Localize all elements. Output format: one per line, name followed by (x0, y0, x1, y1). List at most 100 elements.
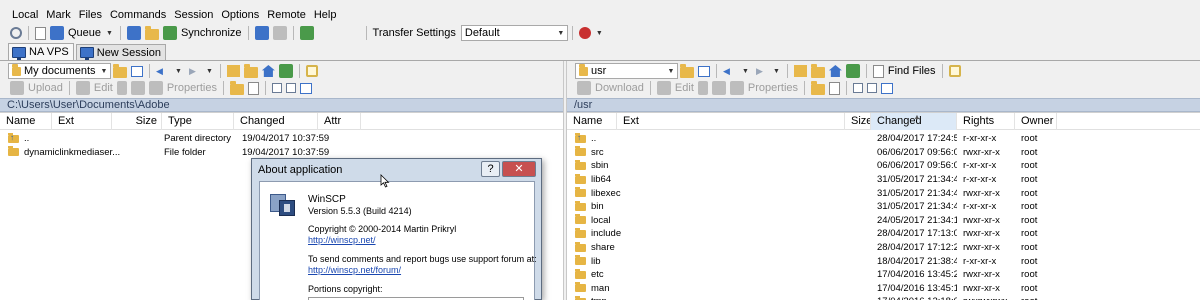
refresh-icon[interactable] (845, 64, 860, 78)
menu-help[interactable]: Help (310, 6, 341, 24)
column-changed[interactable]: ▲ Changed (871, 113, 957, 130)
table-row[interactable]: include 28/04/2017 17:13:04 rwxr-xr-x root (567, 227, 1200, 241)
table-row[interactable]: .. Parent directory 19/04/2017 10:37:59 (0, 132, 563, 146)
rename-icon[interactable] (711, 81, 726, 95)
table-row[interactable]: bin 31/05/2017 21:34:42 r-xr-xr-x root (567, 200, 1200, 214)
transfer-settings-select[interactable]: Default ▼ (460, 25, 568, 41)
menu-remote[interactable]: Remote (263, 6, 310, 24)
bookmark-icon[interactable] (948, 65, 961, 77)
column-ext[interactable]: Ext (617, 113, 845, 130)
find-files-button[interactable]: Find Files (886, 62, 938, 80)
table-row[interactable]: share 28/04/2017 17:12:25 rwxr-xr-x root (567, 241, 1200, 255)
properties-icon[interactable] (729, 81, 744, 95)
compare-directories-icon[interactable] (126, 26, 141, 40)
bookmark-icon[interactable] (305, 65, 318, 77)
home-icon[interactable] (261, 65, 275, 77)
queue-dropdown-icon[interactable]: ▼ (106, 30, 113, 37)
new-folder-icon[interactable] (811, 80, 826, 95)
properties-icon[interactable] (148, 81, 163, 95)
forward-dropdown-icon[interactable]: ▼ (206, 68, 213, 75)
column-rights[interactable]: Rights (957, 113, 1015, 130)
open-folder-icon[interactable] (680, 63, 694, 78)
delete-icon[interactable] (697, 81, 708, 95)
queue-list-icon[interactable] (35, 26, 46, 40)
find-files-icon[interactable] (872, 64, 884, 78)
edit-button[interactable]: Edit (673, 79, 696, 97)
select-filter-icon[interactable] (299, 82, 312, 94)
preset-dropdown-icon[interactable]: ▼ (596, 30, 603, 37)
tab-na-vps[interactable]: NA VPS (8, 43, 74, 60)
menu-commands[interactable]: Commands (106, 6, 170, 24)
column-size[interactable]: Size (112, 113, 162, 130)
filter-icon[interactable] (131, 65, 143, 77)
refresh-icon[interactable] (278, 64, 293, 78)
homepage-link[interactable]: http://winscp.net/ (308, 235, 376, 246)
synchronize-browsing-icon[interactable] (144, 25, 159, 40)
table-row[interactable]: etc 17/04/2016 13:45:20 rwxr-xr-x root (567, 268, 1200, 282)
column-name[interactable]: Name (567, 113, 617, 130)
parent-directory-icon[interactable] (226, 65, 240, 77)
preferences-icon[interactable] (10, 27, 22, 39)
forward-icon[interactable] (754, 66, 768, 78)
column-owner[interactable]: Owner (1015, 113, 1057, 130)
table-row[interactable]: src 06/06/2017 09:56:07 rwxr-xr-x root (567, 146, 1200, 160)
transfer-preset-icon[interactable] (578, 27, 591, 39)
queue-button[interactable]: Queue (66, 24, 103, 42)
root-directory-icon[interactable] (810, 63, 825, 78)
delete-icon[interactable] (116, 81, 127, 95)
menu-local[interactable]: Local (8, 6, 42, 24)
column-type[interactable]: Type (162, 113, 234, 130)
local-location-select[interactable]: My documents ▼ (8, 63, 111, 79)
parent-directory-icon[interactable] (793, 65, 807, 77)
home-icon[interactable] (828, 65, 842, 77)
select-filter-icon[interactable] (881, 82, 894, 94)
column-changed[interactable]: Changed (234, 113, 318, 130)
unselect-icon[interactable] (285, 83, 296, 93)
close-button[interactable]: ✕ (502, 161, 536, 177)
putty-icon[interactable] (272, 26, 287, 40)
new-file-icon[interactable] (247, 81, 259, 95)
column-ext[interactable]: Ext (52, 113, 112, 130)
table-row[interactable]: tmp 17/04/2016 12:18:01rwxrwxrwxroot (567, 295, 1200, 300)
upload-button[interactable]: Upload (26, 79, 65, 97)
table-row[interactable]: libexec 31/05/2017 21:34:42 rwxr-xr-x root (567, 186, 1200, 200)
edit-icon[interactable] (656, 81, 671, 95)
unselect-icon[interactable] (867, 83, 878, 93)
help-button[interactable]: ? (481, 161, 500, 177)
synchronize-icon[interactable] (162, 26, 177, 40)
queue-icon[interactable] (50, 26, 64, 40)
new-file-icon[interactable] (829, 81, 841, 95)
download-button[interactable]: Download (593, 79, 646, 97)
menu-session[interactable]: Session (170, 6, 217, 24)
back-dropdown-icon[interactable]: ▼ (742, 68, 749, 75)
properties-button[interactable]: Properties (746, 79, 800, 97)
back-icon[interactable] (156, 66, 170, 78)
upload-icon[interactable] (10, 81, 24, 95)
tab-new-session[interactable]: New Session (75, 44, 166, 60)
forum-link[interactable]: http://winscp.net/forum/ (308, 265, 401, 276)
open-folder-icon[interactable] (113, 63, 127, 78)
menu-mark[interactable]: Mark (42, 6, 74, 24)
download-icon[interactable] (577, 81, 591, 95)
back-dropdown-icon[interactable]: ▼ (175, 68, 182, 75)
select-all-icon[interactable] (853, 83, 864, 93)
table-row[interactable]: man 17/04/2016 13:45:19 rwxr-xr-x root (567, 282, 1200, 296)
back-icon[interactable] (723, 66, 737, 78)
remote-location-select[interactable]: usr ▼ (575, 63, 678, 79)
edit-icon[interactable] (75, 81, 90, 95)
properties-button[interactable]: Properties (165, 79, 219, 97)
menu-options[interactable]: Options (217, 6, 263, 24)
filter-icon[interactable] (698, 65, 710, 77)
remote-file-list[interactable]: Name Ext Size ▲ Changed Rights Owner .. 2… (567, 112, 1200, 300)
session-info-icon[interactable] (299, 26, 314, 40)
console-icon[interactable] (254, 26, 269, 40)
table-row[interactable]: .. 28/04/2017 17:24:50 r-xr-xr-x root (567, 132, 1200, 146)
forward-icon[interactable] (187, 66, 201, 78)
synchronize-button[interactable]: Synchronize (179, 24, 244, 42)
table-row[interactable]: lib64 31/05/2017 21:34:47 r-xr-xr-x root (567, 173, 1200, 187)
table-row[interactable]: sbin 06/06/2017 09:56:05 r-xr-xr-x root (567, 159, 1200, 173)
forward-dropdown-icon[interactable]: ▼ (773, 68, 780, 75)
edit-button[interactable]: Edit (92, 79, 115, 97)
new-folder-icon[interactable] (229, 80, 244, 95)
root-directory-icon[interactable] (243, 63, 258, 78)
